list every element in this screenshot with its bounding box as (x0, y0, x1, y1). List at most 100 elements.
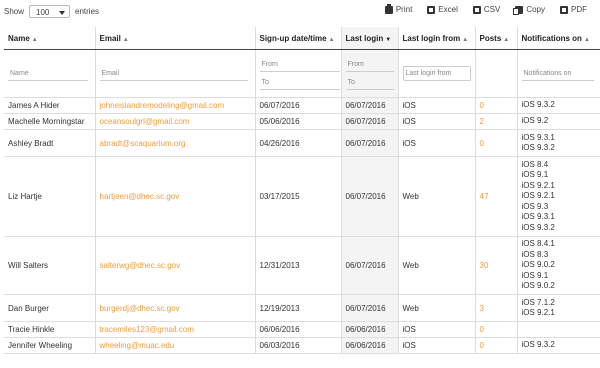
notification-item: iOS 9.3.2 (521, 340, 555, 350)
last-login-from-cell: iOS (398, 97, 476, 114)
signup-date-cell: 06/06/2016 (255, 321, 342, 338)
filter-cell: Notifications on (517, 49, 600, 98)
table-row: Jennifer Wheeling wheeling@muac.edu 06/03/… (4, 337, 600, 354)
signup-to-input[interactable]: To (259, 76, 340, 90)
last-login-from-cell: iOS (398, 337, 476, 354)
notifications-filter-input[interactable]: Notifications on (521, 67, 594, 81)
filter-cell: From To (341, 49, 399, 98)
column-header-posts[interactable]: Posts ▲ (475, 27, 518, 50)
notifications-cell: iOS 9.3.1 iOS 9.3.2 (517, 129, 600, 157)
notification-item: iOS 9.3 (521, 201, 549, 211)
posts-link[interactable]: 2 (475, 113, 518, 130)
email-link[interactable]: johneislandremodeling@gmail.com (95, 97, 256, 114)
filter-cell: From To (255, 49, 342, 98)
column-header-name[interactable]: Name ▲ (4, 27, 96, 50)
entries-label: entries (75, 7, 100, 16)
last-login-from-filter-input[interactable]: Last login from (402, 66, 471, 81)
name-filter-input[interactable]: Name (8, 67, 88, 81)
notification-item: iOS 9.3.2 (521, 222, 555, 232)
email-link[interactable]: wheeling@muac.edu (95, 337, 256, 354)
posts-link[interactable]: 47 (475, 156, 518, 237)
column-header-email[interactable]: Email ▲ (95, 27, 256, 50)
notification-item: iOS 8.4 (521, 159, 549, 169)
last-login-cell: 06/07/2016 (341, 97, 399, 114)
notification-item: iOS 9.3.1 (521, 132, 555, 142)
posts-link[interactable]: 0 (475, 337, 518, 354)
export-toolbar: Print Excel CSV Copy PDF (384, 3, 587, 15)
email-link[interactable]: hartjeen@dhec.sc.gov (95, 156, 256, 237)
print-button[interactable]: Print (384, 3, 412, 14)
email-link[interactable]: abradt@scaquarium.org (95, 129, 256, 157)
copy-label: Copy (526, 5, 545, 14)
column-header-last-login[interactable]: Last login ▼ (341, 27, 399, 50)
name-cell: Jennifer Wheeling (4, 337, 96, 354)
csv-label: CSV (483, 5, 501, 14)
notification-item: iOS 7.1.2 (521, 297, 555, 307)
sort-up-icon: ▲ (31, 36, 38, 43)
column-header-notifications[interactable]: Notifications on ▲ (517, 27, 600, 50)
column-header-last-login-from[interactable]: Last login from ▲ (398, 27, 476, 50)
last-login-cell: 06/07/2016 (341, 113, 399, 130)
pdf-button[interactable]: PDF (560, 5, 587, 14)
excel-label: Excel (438, 5, 458, 14)
signup-from-input[interactable]: From (259, 58, 340, 72)
show-label: Show (4, 7, 25, 16)
name-cell: Dan Burger (4, 294, 96, 322)
notifications-cell: iOS 9.2 (517, 113, 600, 130)
email-link[interactable]: burgerdj@dhec.sc.gov (95, 294, 256, 322)
table-row: Liz Hartje hartjeen@dhec.sc.gov 03/17/2015… (4, 156, 600, 237)
entries-select[interactable]: 100 (29, 5, 71, 18)
excel-button[interactable]: Excel (427, 5, 458, 14)
email-link[interactable]: oceansoulgrl@gmail.com (95, 113, 256, 130)
signup-date-cell: 06/03/2016 (255, 337, 342, 354)
last-login-cell: 06/07/2016 (341, 236, 399, 295)
last-login-from-input[interactable]: From (345, 58, 394, 72)
table-row: James A Hider johneislandremodeling@gmail… (4, 97, 600, 114)
last-login-cell: 06/07/2016 (341, 129, 399, 157)
signup-date-cell: 04/26/2016 (255, 129, 342, 157)
email-link[interactable]: tracemiles123@gmail.com (95, 321, 256, 338)
last-login-to-input[interactable]: To (345, 76, 394, 90)
notification-item: iOS 9.2.1 (521, 308, 555, 317)
name-cell: Liz Hartje (4, 156, 96, 237)
name-cell: Ashley Bradt (4, 129, 96, 157)
csv-button[interactable]: CSV (472, 5, 501, 14)
table-row: Dan Burger burgerdj@dhec.sc.gov 12/19/2013… (4, 294, 600, 322)
excel-icon (427, 5, 436, 14)
posts-link[interactable]: 3 (475, 294, 518, 322)
notification-item: iOS 9.3.1 (521, 212, 555, 221)
header-row: Name ▲ Email ▲ Sign-up date/time ▲ Last log… (4, 27, 600, 50)
copy-icon (513, 5, 524, 15)
notification-item: iOS 9.2.1 (521, 191, 555, 200)
notification-item: iOS 9.0.2 (521, 281, 555, 290)
table-row: Will Salters salterwg@dhec.sc.gov 12/31/20… (4, 236, 600, 295)
last-login-cell: 06/07/2016 (341, 294, 399, 322)
name-cell: Machelle Morningstar (4, 113, 96, 130)
column-label: Notifications on (521, 33, 582, 43)
column-header-signup[interactable]: Sign-up date/time ▲ (255, 27, 342, 50)
signup-date-cell: 12/31/2013 (255, 236, 342, 295)
pdf-icon (560, 5, 568, 14)
email-link[interactable]: salterwg@dhec.sc.gov (95, 236, 256, 295)
column-label: Name (8, 33, 30, 43)
posts-link[interactable]: 0 (475, 97, 518, 114)
filter-cell: Last login from (398, 49, 476, 98)
name-cell: Tracie Hinkle (4, 321, 96, 338)
posts-link[interactable]: 0 (475, 129, 518, 157)
signup-date-cell: 06/07/2016 (255, 97, 342, 114)
posts-link[interactable]: 30 (475, 236, 518, 295)
posts-link[interactable]: 0 (475, 321, 518, 338)
last-login-from-cell: Web (398, 156, 476, 237)
notification-item: iOS 9.3.2 (521, 143, 555, 152)
copy-button[interactable]: Copy (513, 5, 545, 15)
last-login-from-cell: Web (398, 236, 476, 295)
notification-item: iOS 9.1 (521, 270, 549, 280)
length-menu: Show 100 entries (4, 5, 99, 18)
last-login-from-cell: iOS (398, 321, 476, 338)
notifications-cell: iOS 9.3.2 (517, 337, 600, 354)
last-login-cell: 06/06/2016 (341, 321, 399, 338)
sort-up-icon: ▲ (503, 36, 510, 43)
email-filter-input[interactable]: Email (99, 67, 248, 81)
print-icon (384, 3, 393, 14)
filter-row: Name Email From To From To Last login from… (4, 49, 600, 98)
